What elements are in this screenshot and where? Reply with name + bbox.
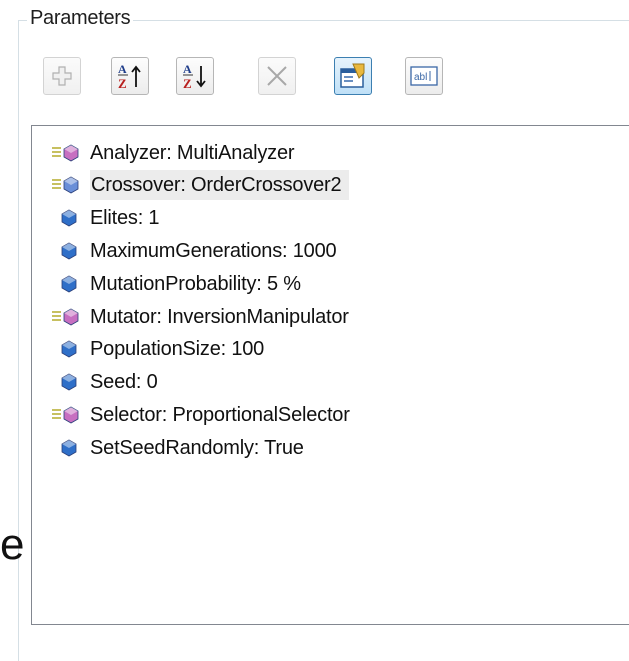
parameter-item[interactable]: Mutator: InversionManipulator [48, 301, 353, 333]
value-parameter-icon [48, 369, 90, 395]
operator-parameter-icon [48, 172, 90, 198]
parameter-label: Seed: 0 [90, 371, 158, 393]
sort-ascending-button[interactable]: A Z [111, 57, 149, 95]
parameter-label: MaximumGenerations: 1000 [90, 240, 337, 262]
parameter-label: MutationProbability: 5 % [90, 273, 301, 295]
svg-text:abl: abl [414, 72, 427, 83]
parameter-item[interactable]: Analyzer: MultiAnalyzer [48, 137, 298, 169]
parameter-label: Mutator: InversionManipulator [90, 306, 349, 328]
sort-az-ascending-icon: A Z [118, 62, 141, 91]
svg-text:Z: Z [118, 76, 127, 91]
value-parameter-icon [48, 271, 90, 297]
operator-parameter-icon [48, 402, 90, 428]
plus-icon [52, 66, 72, 86]
value-parameter-icon [48, 336, 90, 362]
textbox-icon: abl [410, 66, 438, 86]
sort-descending-button[interactable]: A Z [176, 57, 214, 95]
parameter-item[interactable]: MaximumGenerations: 1000 [48, 235, 340, 267]
parameter-label: SetSeedRandomly: True [90, 437, 304, 459]
text-edit-button[interactable]: abl [405, 57, 443, 95]
parameter-list[interactable]: Analyzer: MultiAnalyzer Crossover: OrderC… [31, 125, 629, 625]
value-parameter-icon [48, 238, 90, 264]
remove-parameter-button[interactable] [258, 57, 296, 95]
parameter-label: Selector: ProportionalSelector [90, 404, 350, 426]
svg-text:A: A [118, 62, 127, 76]
parameter-item[interactable]: Seed: 0 [48, 366, 162, 398]
sort-az-descending-icon: A Z [183, 62, 206, 91]
value-parameter-icon [48, 435, 90, 461]
truncated-label: e [0, 520, 25, 569]
operator-parameter-icon [48, 140, 90, 166]
svg-text:Z: Z [183, 76, 192, 91]
parameter-label: Elites: 1 [90, 207, 160, 229]
x-icon [267, 66, 287, 86]
parameter-label: PopulationSize: 100 [90, 338, 265, 360]
operator-parameter-icon [48, 304, 90, 330]
detail-view-icon [340, 63, 365, 88]
svg-text:A: A [183, 62, 192, 76]
show-details-button[interactable] [334, 57, 372, 95]
parameter-item[interactable]: PopulationSize: 100 [48, 333, 268, 365]
parameters-group-title: Parameters [27, 7, 134, 30]
parameter-label: Analyzer: MultiAnalyzer [90, 142, 295, 164]
parameter-item[interactable]: Selector: ProportionalSelector [48, 399, 354, 431]
parameter-item[interactable]: MutationProbability: 5 % [48, 268, 305, 300]
value-parameter-icon [48, 205, 90, 231]
add-parameter-button[interactable] [43, 57, 81, 95]
parameter-item[interactable]: Elites: 1 [48, 202, 163, 234]
parameter-item[interactable]: Crossover: OrderCrossover2 [48, 169, 350, 201]
parameter-label: Crossover: OrderCrossover2 [90, 170, 350, 200]
parameter-item[interactable]: SetSeedRandomly: True [48, 432, 308, 464]
